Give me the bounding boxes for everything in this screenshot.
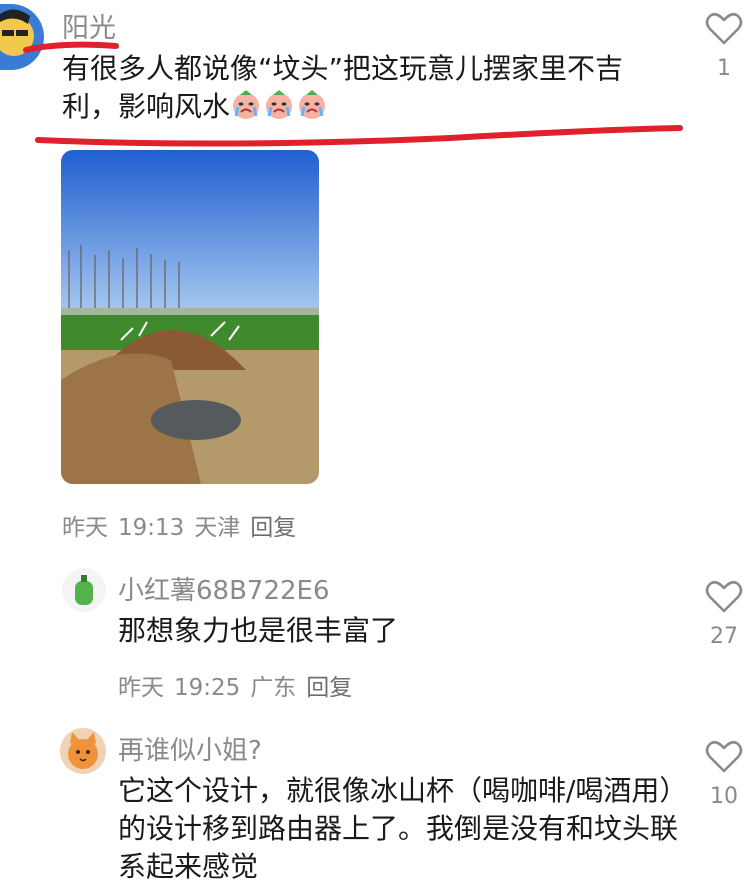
comment-text: 有很多人都说像“坟头”把这玩意儿摆家里不吉利，影响风水 <box>62 50 652 130</box>
like-count: 27 <box>710 624 738 649</box>
comment-location: 广东 <box>250 675 297 701</box>
like-button[interactable]: 10 <box>694 740 747 809</box>
heart-icon <box>705 740 743 773</box>
comment-time: 19:13 <box>118 515 185 541</box>
reply-button[interactable]: 回复 <box>306 675 352 701</box>
comment-date: 昨天 <box>62 515 108 541</box>
comment-thread: 阳光 有很多人都说像“坟头”把这玩意儿摆家里不吉利，影响风水 1 昨天 19:1… <box>0 0 747 892</box>
like-count: 10 <box>710 784 738 809</box>
crying-face-icon <box>231 90 331 130</box>
comment-location: 天津 <box>194 515 241 541</box>
comment-image[interactable] <box>61 150 319 484</box>
like-count: 1 <box>717 56 731 81</box>
comment-text: 它这个设计，就很像冰山杯（喝咖啡/喝酒用）的设计移到路由器上了。我倒是没有和坟头… <box>118 774 679 883</box>
comment-username[interactable]: 阳光 <box>62 6 116 45</box>
comment-date: 昨天 <box>118 675 164 701</box>
reply-button[interactable]: 回复 <box>250 515 296 541</box>
heart-icon <box>705 580 743 613</box>
comment-meta: 昨天 19:13 天津 回复 <box>62 508 306 542</box>
avatar[interactable] <box>60 728 106 774</box>
avatar[interactable] <box>62 568 106 612</box>
like-button[interactable]: 1 <box>694 12 747 81</box>
comment-text: 那想象力也是很丰富了 <box>118 614 399 647</box>
comment-username[interactable]: 再谁似小姐? <box>118 730 262 767</box>
like-button[interactable]: 27 <box>694 580 747 649</box>
comment-meta: 昨天 19:25 广东 回复 <box>118 668 362 702</box>
avatar[interactable] <box>0 4 44 70</box>
comment-text-body: 有很多人都说像“坟头”把这玩意儿摆家里不吉利，影响风水 <box>62 52 624 123</box>
heart-icon <box>705 12 743 45</box>
comment-username[interactable]: 小红薯68B722E6 <box>118 570 330 607</box>
comment-time: 19:25 <box>174 675 241 701</box>
